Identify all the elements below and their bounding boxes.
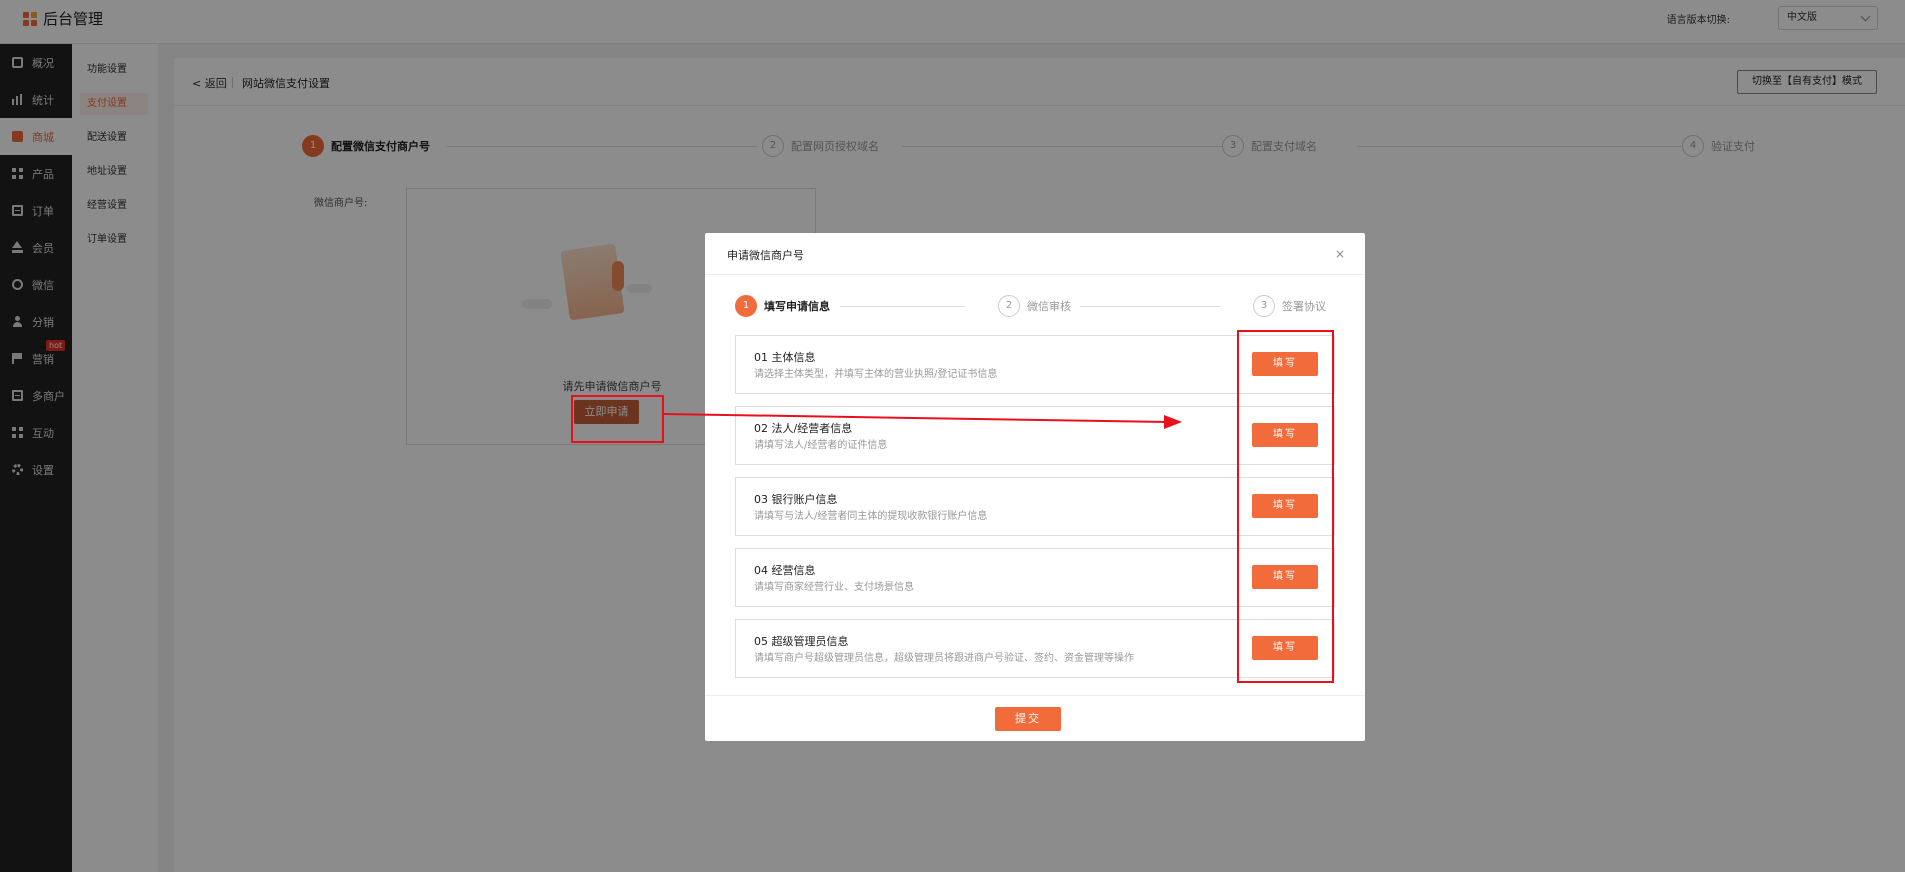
fill-button-legal-person[interactable]: 填写 [1252,423,1318,447]
form-section-bank-account: 03 银行账户信息 请填写与法人/经营者同主体的提现收款银行账户信息 填写 [735,477,1335,536]
dialog-footer: 提交 [705,695,1365,741]
apply-merchant-dialog: 申请微信商户号 × 1 填写申请信息 2 微信审核 3 签署协议 01 主体信息 请选… [705,233,1365,741]
step-connector [1080,306,1220,307]
form-section-business: 04 经营信息 请填写商家经营行业、支付场景信息 填写 [735,548,1335,607]
form-section-super-admin: 05 超级管理员信息 请填写商户号超级管理员信息，超级管理员将跟进商户号验证、签… [735,619,1335,678]
form-section-legal-person: 02 法人/经营者信息 请填写法人/经营者的证件信息 填写 [735,406,1335,465]
close-icon[interactable]: × [1335,247,1345,261]
step-number: 2 [998,295,1020,317]
step-number: 3 [1253,295,1275,317]
dialog-steps: 1 填写申请信息 2 微信审核 3 签署协议 [735,295,1345,319]
form-section-entity: 01 主体信息 请选择主体类型，并填写主体的营业执照/登记证书信息 填写 [735,335,1335,394]
section-description: 请填写与法人/经营者同主体的提现收款银行账户信息 [754,511,988,522]
section-title: 04 经营信息 [754,564,816,577]
step-number: 1 [735,295,757,317]
dialog-title: 申请微信商户号 [727,249,804,262]
section-description: 请选择主体类型，并填写主体的营业执照/登记证书信息 [754,369,998,380]
fill-button-bank-account[interactable]: 填写 [1252,494,1318,518]
submit-button[interactable]: 提交 [995,707,1061,731]
step-label: 填写申请信息 [764,300,830,313]
section-description: 请填写商家经营行业、支付场景信息 [754,582,914,593]
step-connector [840,306,965,307]
dialog-step-1: 1 填写申请信息 [735,295,838,317]
fill-button-entity[interactable]: 填写 [1252,352,1318,376]
fill-button-super-admin[interactable]: 填写 [1252,636,1318,660]
section-description: 请填写法人/经营者的证件信息 [754,440,888,451]
dialog-step-2: 2 微信审核 [998,295,1079,317]
section-title: 02 法人/经营者信息 [754,422,853,435]
fill-button-business[interactable]: 填写 [1252,565,1318,589]
dialog-step-3: 3 签署协议 [1253,295,1334,317]
section-title: 03 银行账户信息 [754,493,838,506]
dialog-header: 申请微信商户号 × [705,233,1365,275]
section-description: 请填写商户号超级管理员信息，超级管理员将跟进商户号验证、签约、资金管理等操作 [754,653,1134,664]
section-title: 05 超级管理员信息 [754,635,849,648]
section-title: 01 主体信息 [754,351,816,364]
step-label: 微信审核 [1027,300,1071,313]
step-label: 签署协议 [1282,300,1326,313]
